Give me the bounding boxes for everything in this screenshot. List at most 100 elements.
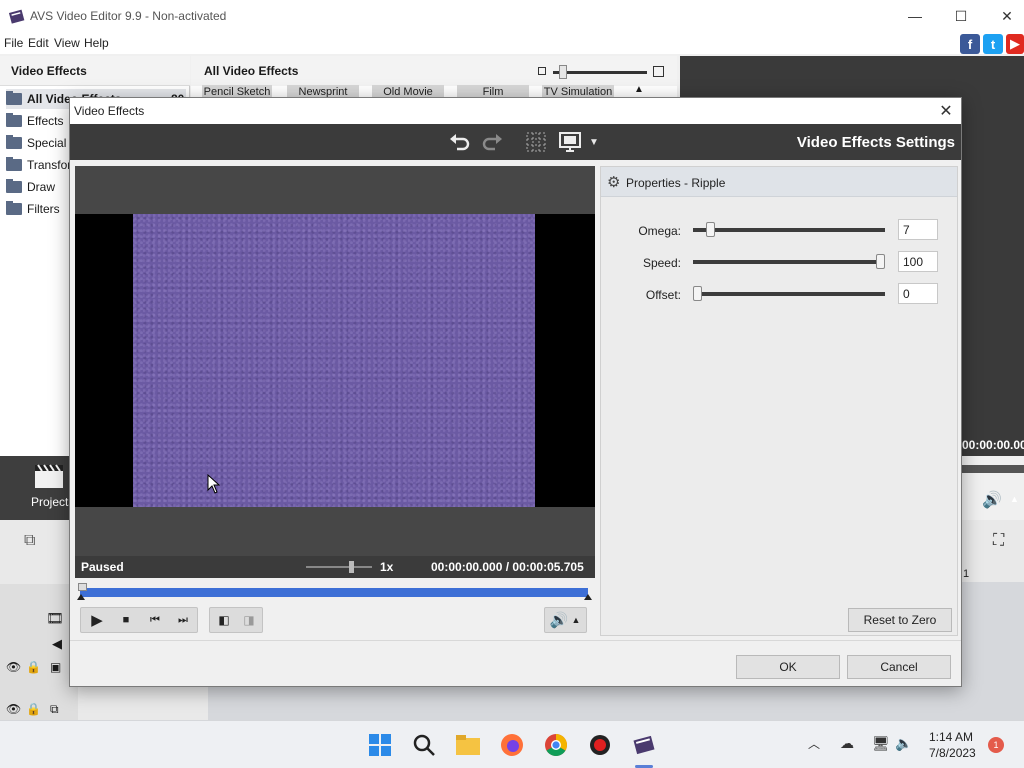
volume-tray-icon[interactable]: 🔈 <box>895 735 912 752</box>
time-display: 00:00:00.000 / 00:00:05.705 <box>431 560 584 574</box>
search-icon[interactable] <box>408 729 440 761</box>
speed-slider-thumb[interactable] <box>349 561 354 573</box>
stop-icon[interactable]: ■ <box>112 608 140 632</box>
menu-file[interactable]: File <box>4 36 23 50</box>
twitter-icon[interactable]: t <box>983 34 1003 54</box>
youtube-icon[interactable]: ▶ <box>1006 34 1024 54</box>
clock-date[interactable]: 7/8/2023 <box>929 746 976 760</box>
volume-dropdown-icon[interactable]: ▲ <box>567 608 585 632</box>
close-window-button[interactable]: ✕ <box>984 0 1024 32</box>
screen-recorder-icon[interactable] <box>584 729 616 761</box>
seek-thumb[interactable] <box>78 583 87 591</box>
file-explorer-icon[interactable] <box>452 729 484 761</box>
folder-icon <box>6 179 22 193</box>
speed-label: 1x <box>380 560 394 574</box>
ok-button[interactable]: OK <box>736 655 840 679</box>
clock-time[interactable]: 1:14 AM <box>929 730 973 744</box>
cancel-button[interactable]: Cancel <box>847 655 951 679</box>
fit-timeline-icon[interactable]: ⛶ <box>993 532 1004 550</box>
tree-item-label: Special <box>27 136 67 150</box>
projects-label[interactable]: Projects <box>31 495 74 509</box>
avs-video-editor-icon[interactable] <box>628 729 660 761</box>
offset-input[interactable] <box>898 283 938 304</box>
zoom-slider[interactable] <box>553 71 647 74</box>
facebook-icon[interactable]: f <box>960 34 980 54</box>
network-icon[interactable]: 🖥 <box>872 735 890 752</box>
omega-slider[interactable] <box>693 228 885 232</box>
visibility-eye-icon[interactable]: 👁 <box>6 702 21 716</box>
omega-input[interactable] <box>898 219 938 240</box>
clapperboard-icon[interactable] <box>33 464 65 490</box>
menu-edit[interactable]: Edit <box>28 36 49 50</box>
previous-frame-icon[interactable]: ⏮ <box>141 608 169 632</box>
main-preview-seekbar[interactable] <box>962 465 1024 473</box>
properties-header: ⚙ Properties - Ripple <box>601 167 957 197</box>
mark-group: ◧ ◨ <box>209 607 263 633</box>
monitor-dropdown-icon[interactable]: ▼ <box>582 131 606 153</box>
left-panel-header: Video Effects <box>0 56 190 86</box>
mark-out-icon[interactable]: ◨ <box>235 608 263 632</box>
zoom-small-icon[interactable] <box>538 67 546 75</box>
monitor-icon[interactable] <box>558 131 582 153</box>
zoom-large-icon[interactable] <box>653 66 664 77</box>
scroll-up-icon[interactable]: ▲ <box>634 84 644 95</box>
speed-slider[interactable] <box>693 260 885 264</box>
chrome-icon[interactable] <box>540 729 572 761</box>
timeline-tool-icon[interactable]: ⧉ <box>24 532 35 550</box>
end-marker-icon[interactable] <box>584 594 592 600</box>
mark-in-icon[interactable]: ◧ <box>210 608 238 632</box>
ruler-mark: 1 <box>963 568 970 580</box>
menu-view[interactable]: View <box>54 36 80 50</box>
omega-slider-thumb[interactable] <box>705 222 715 237</box>
next-frame-icon[interactable]: ⏭ <box>169 608 197 632</box>
main-volume-icon[interactable]: 🔊 <box>982 490 1002 510</box>
effects-list-header: All Video Effects <box>191 56 677 86</box>
effects-list-title: All Video Effects <box>204 64 299 78</box>
play-icon[interactable]: ▶ <box>83 608 111 632</box>
minimize-button[interactable]: — <box>892 0 938 32</box>
reset-to-zero-button[interactable]: Reset to Zero <box>848 608 952 632</box>
folder-icon <box>6 201 22 215</box>
audio-mute-icon[interactable]: ◀ <box>52 636 62 652</box>
effect-track-icon: ▣ <box>50 660 62 674</box>
show-hidden-icons-chevron-icon[interactable]: ︿ <box>808 735 820 752</box>
maximize-button[interactable]: ☐ <box>938 0 984 32</box>
app-titlebar: AVS Video Editor 9.9 - Non-activated — ☐… <box>0 0 1024 32</box>
folder-icon <box>6 113 22 127</box>
playback-status-bar: Paused 1x 00:00:00.000 / 00:00:05.705 <box>75 556 595 578</box>
speed-slider[interactable] <box>306 566 372 568</box>
seek-bar[interactable] <box>80 588 588 597</box>
main-volume-up-icon[interactable]: ▲ <box>1010 494 1019 504</box>
lock-icon[interactable]: 🔒 <box>26 702 41 716</box>
volume-group: 🔊 ▲ <box>544 607 587 633</box>
undo-icon[interactable] <box>448 131 472 153</box>
lock-icon[interactable]: 🔒 <box>26 660 41 674</box>
start-marker-icon[interactable] <box>77 594 85 600</box>
notification-badge[interactable]: 1 <box>988 737 1004 753</box>
menu-bar: File Edit View Help <box>0 32 1024 54</box>
zoom-slider-thumb[interactable] <box>559 65 567 79</box>
redo-icon[interactable] <box>480 131 504 153</box>
track-headers: 🎞 ◀ 👁 🔒 ▣ 👁 🔒 ⧉ <box>0 584 78 720</box>
omega-label: Omega: <box>638 224 681 238</box>
preview-frame <box>133 214 535 507</box>
playback-controls: ▶ ■ ⏮ ⏭ ◧ ◨ 🔊 ▲ <box>75 605 595 635</box>
speed-slider-thumb[interactable] <box>876 254 885 269</box>
speed-input[interactable] <box>898 251 938 272</box>
properties-panel: ⚙ Properties - Ripple Omega: Speed: Offs… <box>600 166 958 636</box>
video-preview <box>75 166 595 578</box>
grid-icon[interactable] <box>524 131 548 153</box>
settings-title: Video Effects Settings <box>796 134 955 151</box>
firefox-icon[interactable] <box>496 729 528 761</box>
playback-status: Paused <box>81 560 124 574</box>
onedrive-icon[interactable]: ☁ <box>840 735 854 752</box>
offset-slider-thumb[interactable] <box>693 286 702 301</box>
taskbar: ︿ ☁ 🖥 🔈 1:14 AM 7/8/2023 1 <box>0 720 1024 768</box>
tree-item-label: Draw <box>27 180 56 194</box>
dialog-close-button[interactable]: ✕ <box>936 101 956 121</box>
seek-area <box>75 578 595 602</box>
menu-help[interactable]: Help <box>84 36 109 50</box>
offset-slider[interactable] <box>693 292 885 296</box>
windows-start-icon[interactable] <box>364 729 396 761</box>
visibility-eye-icon[interactable]: 👁 <box>6 660 21 674</box>
